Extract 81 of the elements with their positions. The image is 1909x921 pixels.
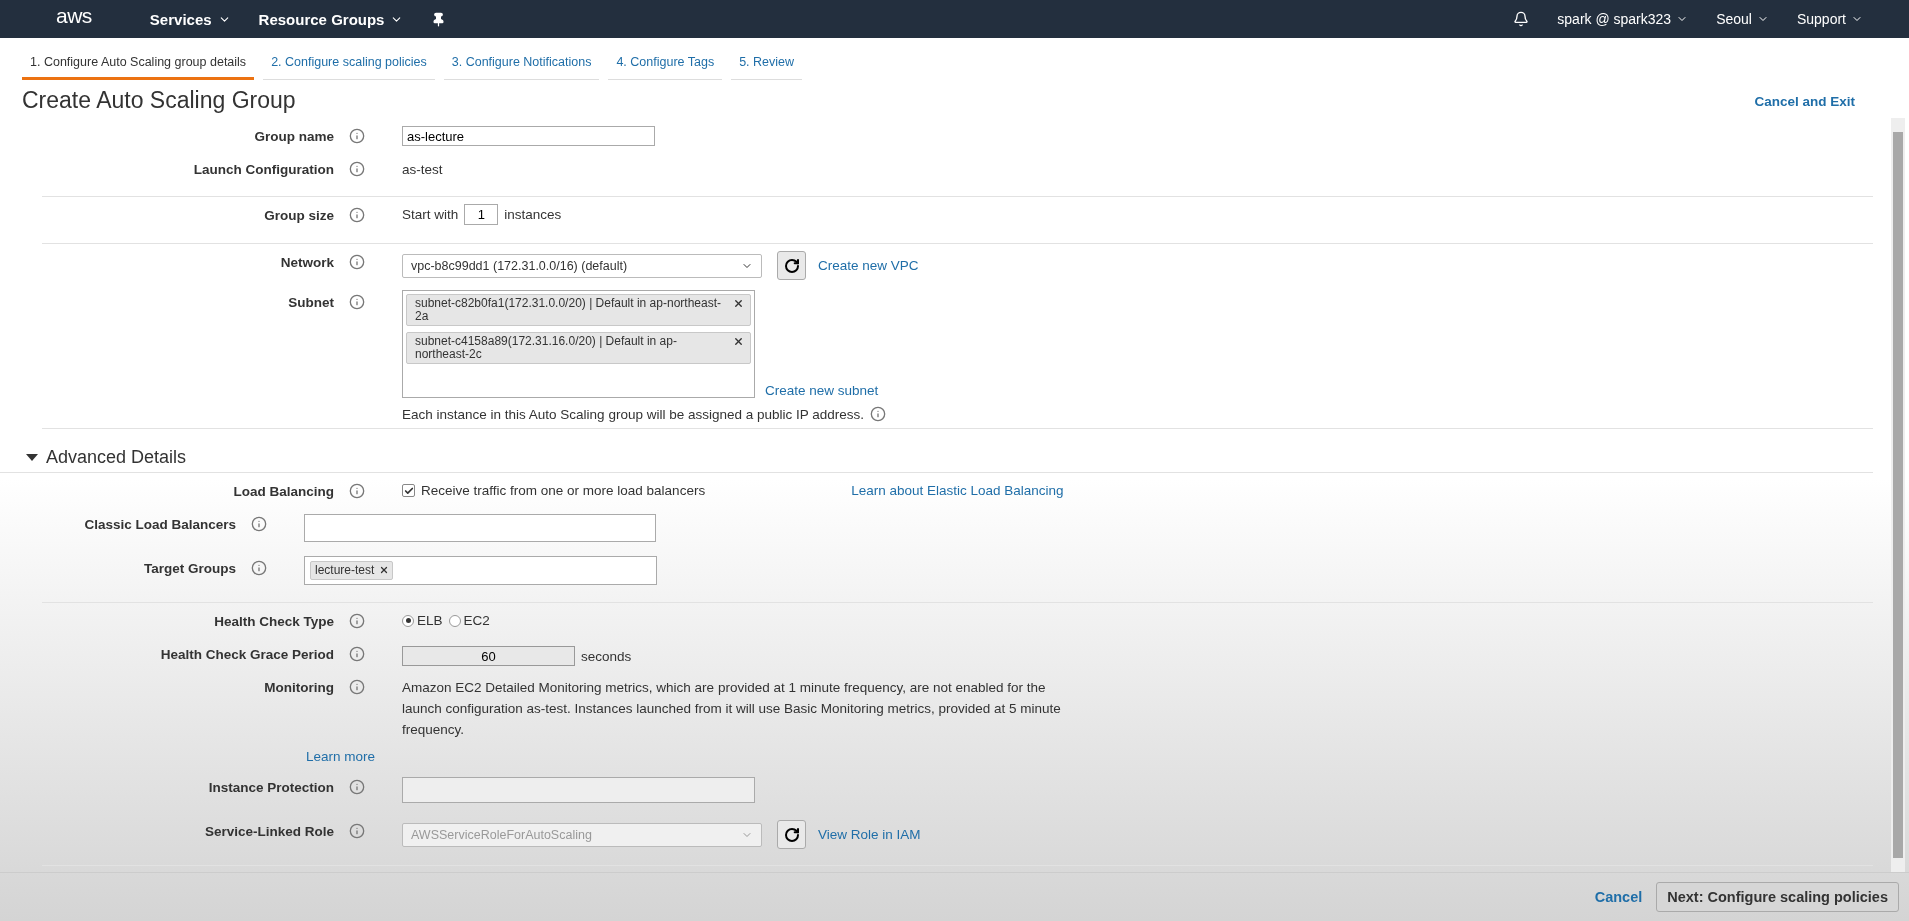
suffix-text: instances [504,207,562,222]
text-input[interactable]: as-lecture [402,126,655,146]
select-field[interactable]: vpc-b8c99dd1 (172.31.0.0/16) (default) [402,253,762,278]
info-icon [349,823,365,839]
info-icon [349,646,365,662]
subnet-tag: subnet-c82b0fa1(172.31.0.0/20) | Default in ap-northeast-2a [406,294,751,326]
step-tab[interactable]: 3. Configure Notifications [443,50,600,80]
subnet-tag: subnet-c4158a89(172.31.16.0/20) | Default in ap-northeast-2c [406,332,751,364]
text-input[interactable] [402,777,755,803]
count-input[interactable]: 1 [464,204,499,225]
section-title[interactable]: Advanced Details [46,447,187,468]
description-text: Amazon EC2 Detailed Monitoring metrics, which are provided at 1 minute frequency, are not enabled for the launch configuration as-test. Instances launched from it will use Basic Monitoring metrics, provided at 5 minute frequency. [402,679,1062,739]
link[interactable]: Create new VPC [818,258,919,273]
nav-menu[interactable]: Support [1796,11,1863,27]
info-icon [349,161,365,177]
info-icon [349,254,365,270]
checkbox-label: Receive traffic from one or more load balancers [421,483,706,498]
target-tag: lecture-test [310,561,394,580]
refresh-icon [783,257,800,274]
logo: aws [56,4,92,28]
info-icon [870,406,887,422]
field-label: Health Check Grace Period [159,646,334,662]
radio-button[interactable] [448,614,461,627]
field-label: Group size [263,207,334,223]
refresh-button[interactable] [777,820,806,849]
prefix-text: Start with [402,207,459,222]
scrollbar[interactable] [1891,118,1905,872]
caret-icon[interactable] [26,454,38,461]
link[interactable]: Create new subnet [765,383,879,398]
field-label: Load Balancing [232,483,334,499]
nav-menu[interactable]: spark @ spark323 [1557,11,1689,27]
subnet-field[interactable]: subnet-c82b0fa1(172.31.0.0/20) | Default in ap-northeast-2a subnet-c4158a89(172.31.16.0/20) | Default in ap-northeast-2c [402,290,755,398]
suffix-text: seconds [581,648,632,664]
nav-menu[interactable]: Seoul [1716,11,1769,27]
page-title: Create Auto Scaling Group [22,87,296,114]
number-input[interactable]: 60 [402,646,575,666]
field-label: Subnet [287,294,334,310]
radio-label: EC2 [463,613,490,628]
info-icon [251,560,267,576]
info-icon [251,516,267,532]
note-text: Each instance in this Auto Scaling group will be assigned a public IP address. [402,406,865,422]
step-tab[interactable]: 2. Configure scaling policies [263,50,435,80]
tags-field[interactable]: lecture-test [304,556,657,585]
remove-icon[interactable] [379,565,390,575]
field-label: Instance Protection [207,779,334,795]
step-tab[interactable]: 1. Configure Auto Scaling group details [22,50,255,80]
remove-icon[interactable] [733,336,744,347]
field-label: Classic Load Balancers [83,516,236,532]
remove-icon[interactable] [733,298,744,309]
info-icon [349,483,365,499]
cancel-link[interactable]: Cancel and Exit [1754,94,1855,109]
next-button[interactable]: Next: Configure scaling policies [1656,882,1899,912]
radio-label: ELB [417,613,443,628]
pin-icon[interactable] [431,11,447,27]
field-label: Group name [253,128,334,144]
info-icon [349,207,365,223]
field-label: Monitoring [263,679,334,695]
refresh-icon [783,826,800,843]
field-label: Service-Linked Role [203,823,334,839]
info-icon [349,679,365,695]
link[interactable]: Learn about Elastic Load Balancing [851,483,1064,498]
nav-menu[interactable]: Services [149,10,231,28]
text-input[interactable] [304,514,656,542]
step-tab[interactable]: 4. Configure Tags [608,50,723,80]
checkbox[interactable] [402,484,415,497]
info-icon [349,128,365,144]
refresh-button[interactable] [777,251,806,280]
step-tab[interactable]: 5. Review [731,50,803,80]
info-icon [349,779,365,795]
link[interactable]: Learn more [305,749,375,764]
field-label: Target Groups [143,560,236,576]
field-value: as-test [402,161,443,177]
cancel-link[interactable]: Cancel [1594,889,1643,905]
nav-menu[interactable]: Resource Groups [258,10,404,28]
field-label: Health Check Type [213,613,334,629]
radio-button[interactable] [402,614,414,627]
info-icon [349,294,365,310]
field-label: Network [279,254,334,270]
field-label: Launch Configuration [192,161,334,177]
bell-icon[interactable] [1513,11,1530,27]
info-icon [349,613,365,629]
